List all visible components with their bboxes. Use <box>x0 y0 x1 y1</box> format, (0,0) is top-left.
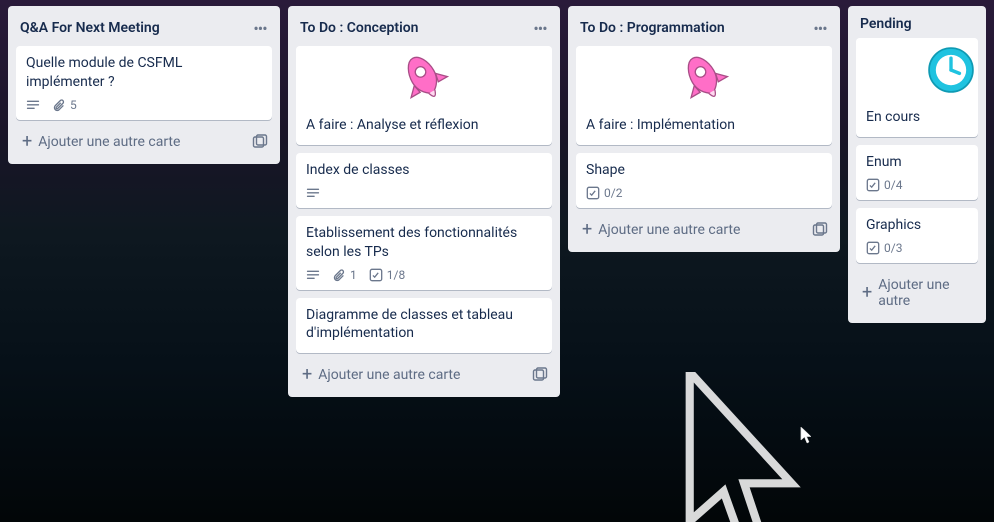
list-menu-button[interactable]: ••• <box>528 16 552 40</box>
checklist-count: 0/2 <box>604 186 622 200</box>
plus-icon: + <box>862 286 872 300</box>
list-menu-button[interactable]: ••• <box>248 16 272 40</box>
list-menu-button[interactable]: ••• <box>808 16 832 40</box>
card[interactable]: Shape 0/2 <box>576 153 832 208</box>
card-cover-rocket <box>296 46 552 110</box>
add-card-button[interactable]: + Ajouter une autre <box>856 273 978 313</box>
list-programmation: To Do : Programmation ••• A <box>568 6 840 252</box>
plus-icon: + <box>302 368 312 382</box>
attachments-badge: 1 <box>332 268 357 282</box>
list-pending: Pending En cours Enum <box>848 6 986 323</box>
list-title[interactable]: Q&A For Next Meeting <box>20 20 160 36</box>
card-title: Quelle module de CSFML implémenter ? <box>26 54 262 92</box>
card[interactable]: En cours <box>856 38 978 137</box>
plus-icon: + <box>582 223 592 237</box>
add-card-button[interactable]: + Ajouter une autre carte <box>16 130 186 154</box>
list-title[interactable]: Pending <box>860 16 912 32</box>
add-card-label: Ajouter une autre <box>878 277 972 309</box>
create-from-template-button[interactable] <box>528 363 552 387</box>
card-title: Graphics <box>866 216 968 235</box>
list-title[interactable]: To Do : Conception <box>300 20 418 36</box>
card-title: A faire : Implémentation <box>586 116 822 135</box>
card[interactable]: Quelle module de CSFML implémenter ? 5 <box>16 46 272 120</box>
card-title: Enum <box>866 153 968 172</box>
card[interactable]: Enum 0/4 <box>856 145 978 200</box>
card[interactable]: Index de classes <box>296 153 552 208</box>
add-card-label: Ajouter une autre carte <box>38 134 180 150</box>
create-from-template-button[interactable] <box>248 130 272 154</box>
card-cover-rocket <box>576 46 832 110</box>
card[interactable]: A faire : Implémentation <box>576 46 832 145</box>
add-card-label: Ajouter une autre carte <box>318 367 460 383</box>
checklist-count: 0/3 <box>884 241 902 255</box>
card-cover-clock <box>856 38 978 102</box>
card[interactable]: Etablissement des fonctionnalités selon … <box>296 216 552 290</box>
add-card-button[interactable]: + Ajouter une autre carte <box>296 363 466 387</box>
list-qa: Q&A For Next Meeting ••• Quelle module d… <box>8 6 280 164</box>
description-icon <box>306 268 320 282</box>
list-conception: To Do : Conception ••• A fai <box>288 6 560 397</box>
card-title: Index de classes <box>306 161 542 180</box>
rocket-icon <box>676 50 732 106</box>
card-title: Shape <box>586 161 822 180</box>
description-icon <box>26 98 40 112</box>
attachments-count: 5 <box>70 98 77 112</box>
card-title: Diagramme de classes et tableau d'implém… <box>306 306 542 344</box>
rocket-icon <box>396 50 452 106</box>
add-card-button[interactable]: + Ajouter une autre carte <box>576 218 746 242</box>
card[interactable]: Graphics 0/3 <box>856 208 978 263</box>
checklist-badge: 0/4 <box>866 178 902 192</box>
create-from-template-button[interactable] <box>808 218 832 242</box>
checklist-count: 1/8 <box>387 268 405 282</box>
plus-icon: + <box>22 135 32 149</box>
checklist-badge: 0/2 <box>586 186 622 200</box>
list-title[interactable]: To Do : Programmation <box>580 20 725 36</box>
card[interactable]: Diagramme de classes et tableau d'implém… <box>296 298 552 354</box>
clock-icon <box>924 43 978 97</box>
add-card-label: Ajouter une autre carte <box>598 222 740 238</box>
card-title: En cours <box>866 108 968 127</box>
attachments-badge: 5 <box>52 98 77 112</box>
card[interactable]: A faire : Analyse et réflexion <box>296 46 552 145</box>
card-title: A faire : Analyse et réflexion <box>306 116 542 135</box>
checklist-badge: 0/3 <box>866 241 902 255</box>
card-title: Etablissement des fonctionnalités selon … <box>306 224 542 262</box>
attachments-count: 1 <box>350 268 357 282</box>
board: Q&A For Next Meeting ••• Quelle module d… <box>0 0 994 522</box>
checklist-badge: 1/8 <box>369 268 405 282</box>
description-icon <box>306 186 320 200</box>
checklist-count: 0/4 <box>884 178 902 192</box>
